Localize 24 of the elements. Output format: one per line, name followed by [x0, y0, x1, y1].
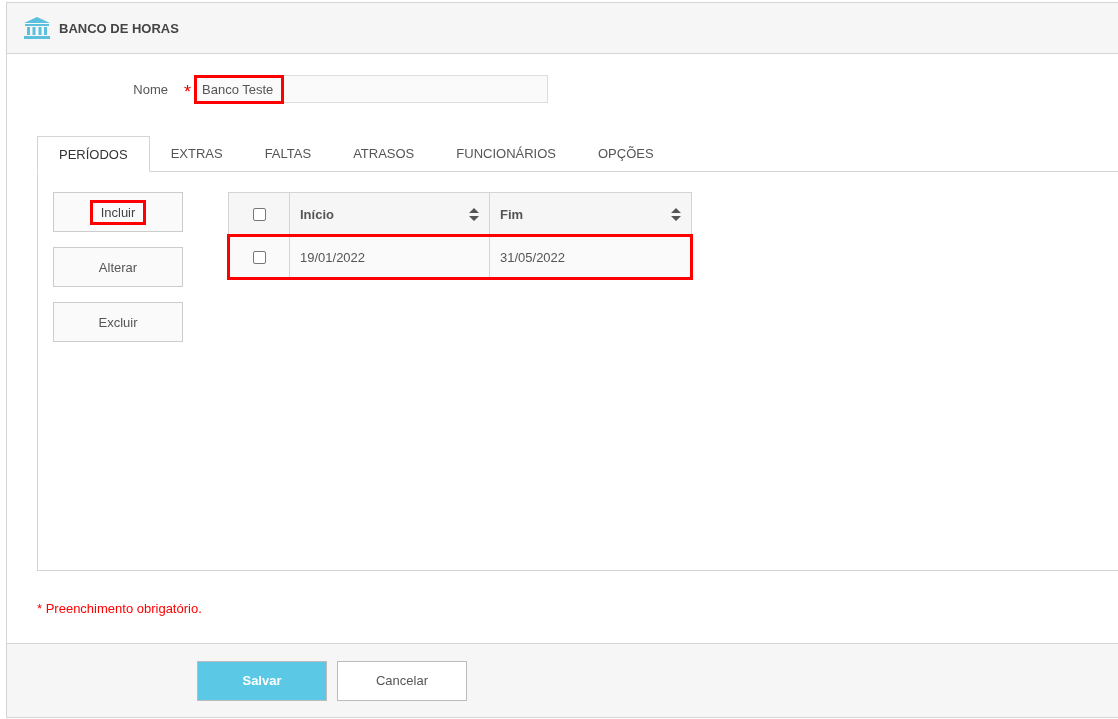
page-title: BANCO DE HORAS: [59, 20, 179, 36]
name-field[interactable]: Banco Teste: [195, 75, 548, 103]
tab[interactable]: PERÍODOS: [37, 136, 150, 172]
sort-icon: [469, 207, 479, 221]
column-header[interactable]: Fim: [490, 193, 691, 235]
tab[interactable]: FALTAS: [243, 136, 333, 172]
table-cell-text: 31/05/2022: [499, 248, 567, 267]
checkbox[interactable]: [252, 250, 266, 264]
field-label: Nome: [132, 81, 168, 97]
sort-icon: [671, 207, 681, 221]
table-row[interactable]: 19/01/2022 31/05/2022: [229, 236, 691, 278]
action-button[interactable]: Excluir: [53, 302, 183, 342]
required-note: * Preenchimento obrigatório.: [37, 601, 203, 616]
action-button[interactable]: Alterar: [53, 247, 183, 287]
tab[interactable]: ATRASOS: [332, 136, 436, 172]
tab[interactable]: EXTRAS: [149, 136, 244, 172]
tab[interactable]: FUNCIONÁRIOS: [435, 136, 577, 172]
action-button[interactable]: Incluir: [53, 192, 183, 232]
required-mark: *: [184, 80, 191, 103]
tab[interactable]: OPÇÕES: [576, 136, 675, 172]
checkbox[interactable]: [252, 207, 266, 221]
table-cell: 19/01/2022: [290, 236, 490, 278]
cancel-button[interactable]: Cancelar: [337, 660, 467, 701]
bank-icon: [23, 16, 51, 40]
